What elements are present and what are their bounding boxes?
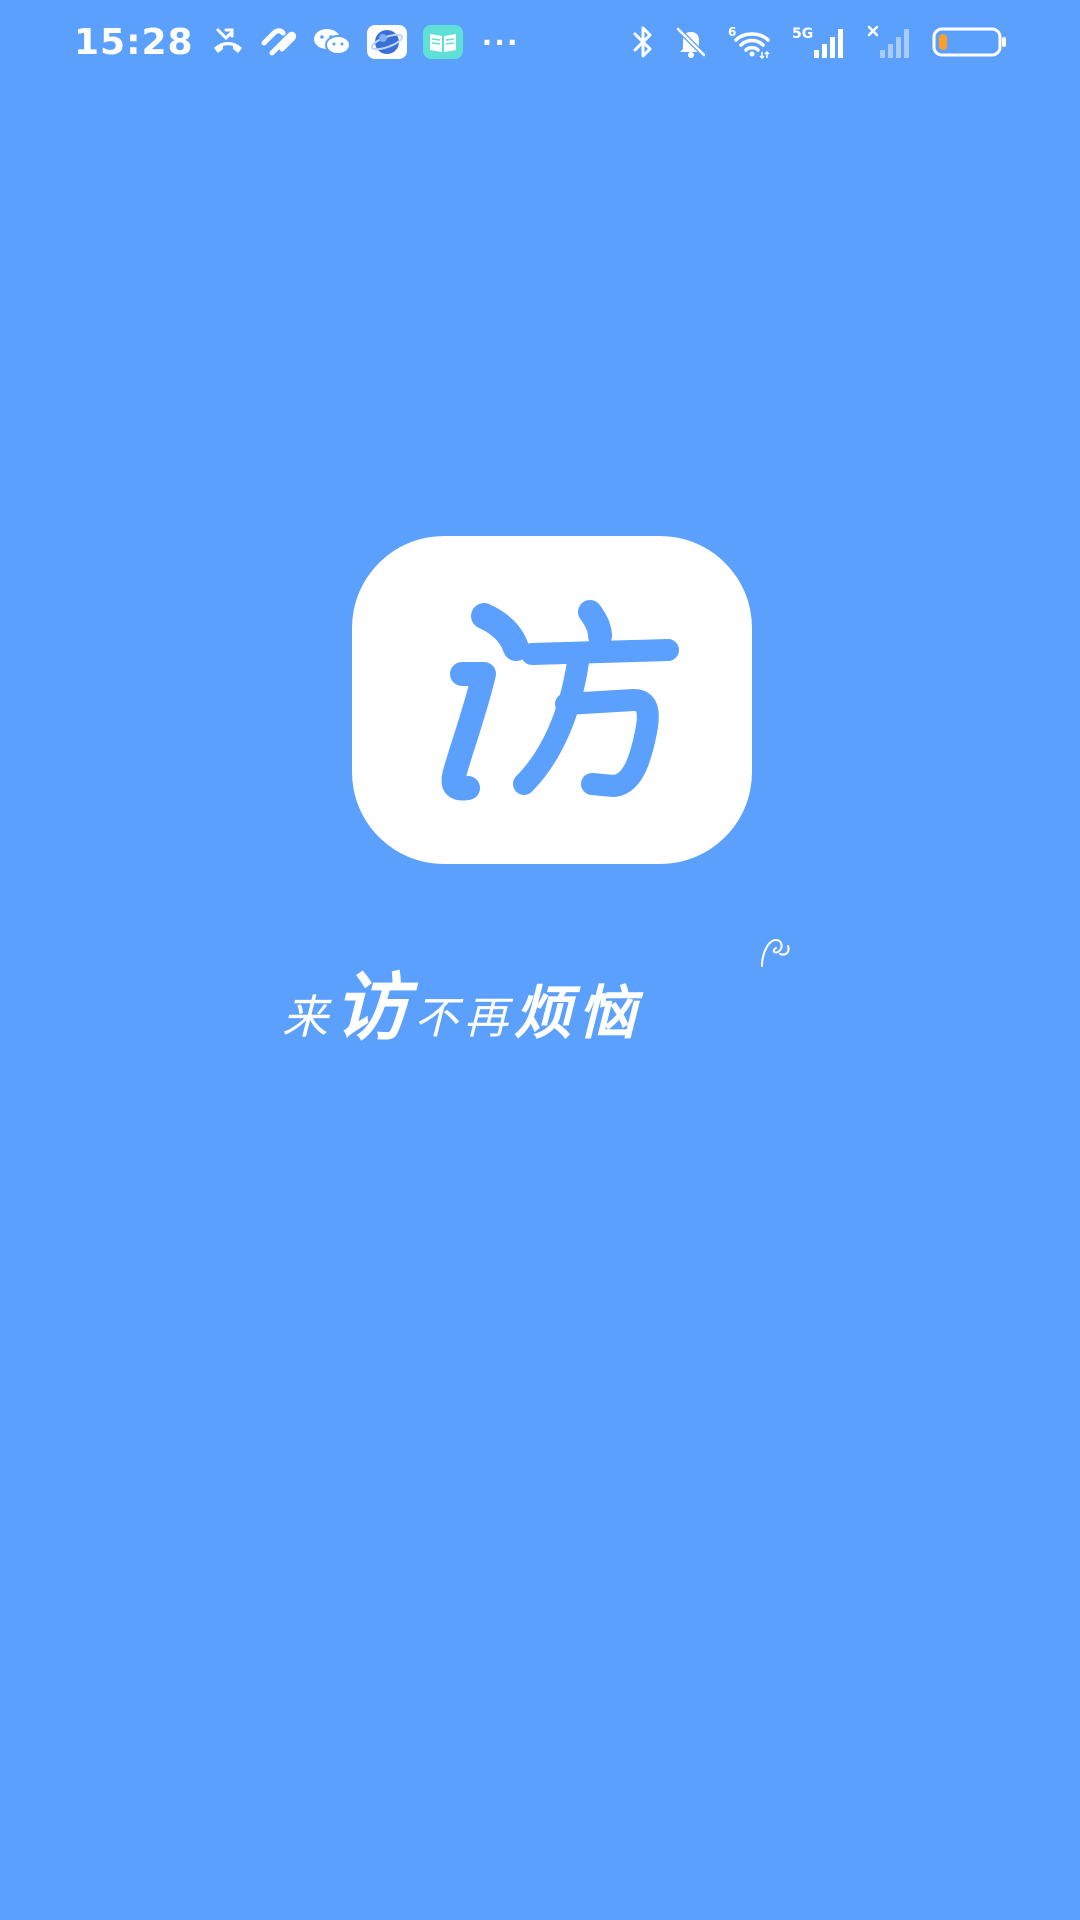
status-bar: 15:28 ··· 6 5G — [0, 0, 1080, 86]
network-label: 5G — [792, 26, 813, 42]
slogan-part-4: 烦恼 — [514, 979, 643, 1047]
browser-icon — [366, 22, 408, 62]
wifi-icon: 6 — [726, 22, 774, 62]
slogan-part-3: 不再 — [414, 993, 514, 1044]
link-icon — [260, 22, 298, 62]
battery-level-fill — [939, 34, 947, 50]
mute-bell-icon — [674, 22, 708, 62]
status-time: 15:28 — [74, 21, 194, 63]
status-right: 6 5G — [630, 18, 1008, 66]
logo-fang-glyph — [441, 600, 679, 801]
more-notifications-indicator: ··· — [481, 25, 520, 59]
battery-low-icon — [932, 22, 1008, 62]
app-logo — [352, 536, 752, 864]
slogan-part-2: 访 — [334, 965, 414, 1051]
wechat-icon — [312, 22, 352, 62]
wifi-label: 6 — [728, 25, 736, 39]
book-app-icon — [422, 22, 464, 62]
missed-call-icon — [210, 22, 246, 62]
status-left: 15:28 ··· — [74, 18, 520, 66]
swirl-decoration-icon — [761, 938, 790, 967]
slogan-text: 来访不再烦恼 — [282, 948, 802, 1055]
slogan: 来访不再烦恼 — [282, 930, 802, 1051]
bluetooth-icon — [630, 22, 656, 62]
signal-5g-icon: 5G — [792, 22, 848, 62]
signal-no-service-icon — [866, 22, 914, 62]
slogan-part-1: 来 — [282, 990, 334, 1044]
splash-screen: 15:28 ··· 6 5G 来访不再烦恼 — [0, 0, 1080, 1920]
